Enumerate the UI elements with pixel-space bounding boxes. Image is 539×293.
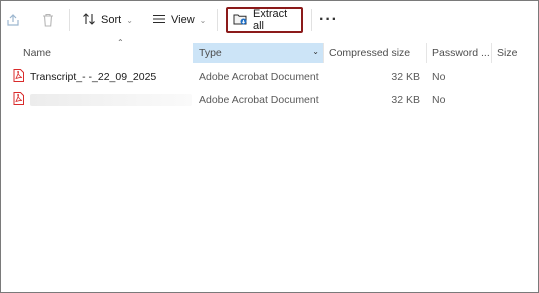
sort-icon [82,12,96,29]
sort-label: Sort [101,14,122,26]
file-explorer-window: Sort ⌄ View ⌄ Extract all ··· Name ⌃ Typ… [0,0,539,293]
redacted-file-name [30,94,192,106]
extract-folder-icon [233,12,248,29]
chevron-down-icon: ⌄ [199,15,207,25]
pdf-file-icon [13,69,24,85]
file-password-protected: No [432,94,446,106]
view-label: View [171,14,195,26]
file-compressed-size: 32 KB [391,94,420,106]
file-name-cell: Transcript_- -_22_09_2025 [13,66,156,88]
chevron-down-icon: ⌄ [126,15,133,25]
file-row[interactable]: Adobe Acrobat Document 32 KB No [1,89,538,111]
column-header-name[interactable]: Name ⌃ [17,38,193,63]
view-icon [152,12,166,29]
file-name: Transcript_- -_22_09_2025 [30,71,157,83]
column-header-row: Name ⌃ Type ⌄ Compressed size Password .… [1,38,538,63]
view-button[interactable]: View ⌄ [152,7,206,33]
toolbar-divider [311,9,312,31]
more-options-button[interactable]: ··· [319,7,338,33]
file-password-protected: No [432,71,446,83]
trash-icon[interactable] [38,10,58,30]
share-icon[interactable] [3,10,23,30]
sort-ascending-icon: ⌃ [117,38,124,47]
file-type: Adobe Acrobat Document [199,94,319,106]
command-bar: Sort ⌄ View ⌄ Extract all ··· [1,1,538,39]
extract-all-label: Extract all [253,8,288,32]
file-type: Adobe Acrobat Document [199,71,319,83]
toolbar-divider [217,9,218,31]
pdf-file-icon [13,92,24,108]
chevron-down-icon[interactable]: ⌄ [312,47,319,56]
extract-all-button[interactable]: Extract all [226,7,303,33]
column-header-compressed-size[interactable]: Compressed size [323,43,426,63]
file-row[interactable]: Transcript_- -_22_09_2025 Adobe Acrobat … [1,66,538,88]
column-header-password[interactable]: Password ... [426,43,491,63]
file-name-cell [13,89,192,111]
toolbar-divider [69,9,70,31]
sort-button[interactable]: Sort ⌄ [82,7,133,33]
file-compressed-size: 32 KB [391,71,420,83]
column-header-type[interactable]: Type ⌄ [193,43,323,63]
column-header-size[interactable]: Size [491,43,537,63]
